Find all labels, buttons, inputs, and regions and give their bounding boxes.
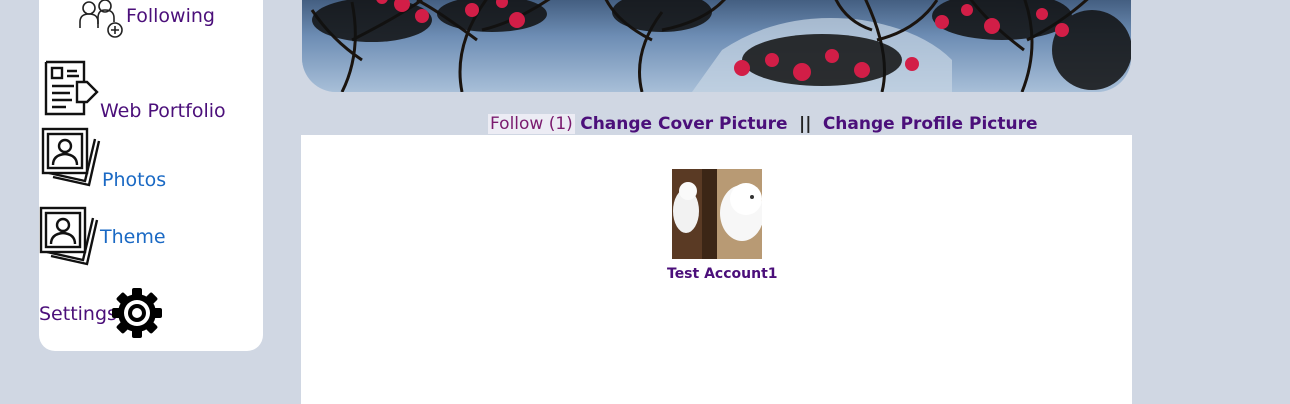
friend-avatar[interactable] xyxy=(672,169,762,259)
cover-picture xyxy=(302,0,1131,92)
following-icon xyxy=(77,0,125,40)
sidebar-item-label: Following xyxy=(126,5,215,27)
sidebar-item-label: Photos xyxy=(102,169,167,191)
change-cover-picture-link[interactable]: Change Cover Picture xyxy=(580,114,787,134)
sidebar-item-label: Web Portfolio xyxy=(100,100,226,122)
friend-name-link[interactable]: Test Account1 xyxy=(667,266,778,282)
sidebar-item-theme[interactable]: Theme xyxy=(39,206,169,268)
portfolio-icon xyxy=(43,59,99,117)
sidebar-item-settings[interactable]: Settings xyxy=(39,286,169,340)
change-profile-picture-link[interactable]: Change Profile Picture xyxy=(823,114,1038,134)
follow-button[interactable]: Follow (1) xyxy=(488,114,575,134)
sidebar: Following Web Portfolio Photos Theme Set… xyxy=(39,0,263,351)
separator: || xyxy=(798,114,812,134)
theme-icon xyxy=(39,206,101,268)
sidebar-item-label: Theme xyxy=(100,226,166,248)
sidebar-item-label: Settings xyxy=(39,303,117,325)
sidebar-item-following[interactable]: Following xyxy=(77,0,247,42)
photos-icon xyxy=(41,127,103,189)
following-panel: Test Account1 xyxy=(301,135,1132,404)
sidebar-item-web-portfolio[interactable]: Web Portfolio xyxy=(43,59,258,123)
gear-icon xyxy=(111,287,163,339)
sidebar-item-photos[interactable]: Photos xyxy=(41,127,171,191)
friend-card[interactable]: Test Account1 xyxy=(667,169,778,282)
profile-actions: Follow (1) Change Cover Picture || Chang… xyxy=(488,114,1038,136)
